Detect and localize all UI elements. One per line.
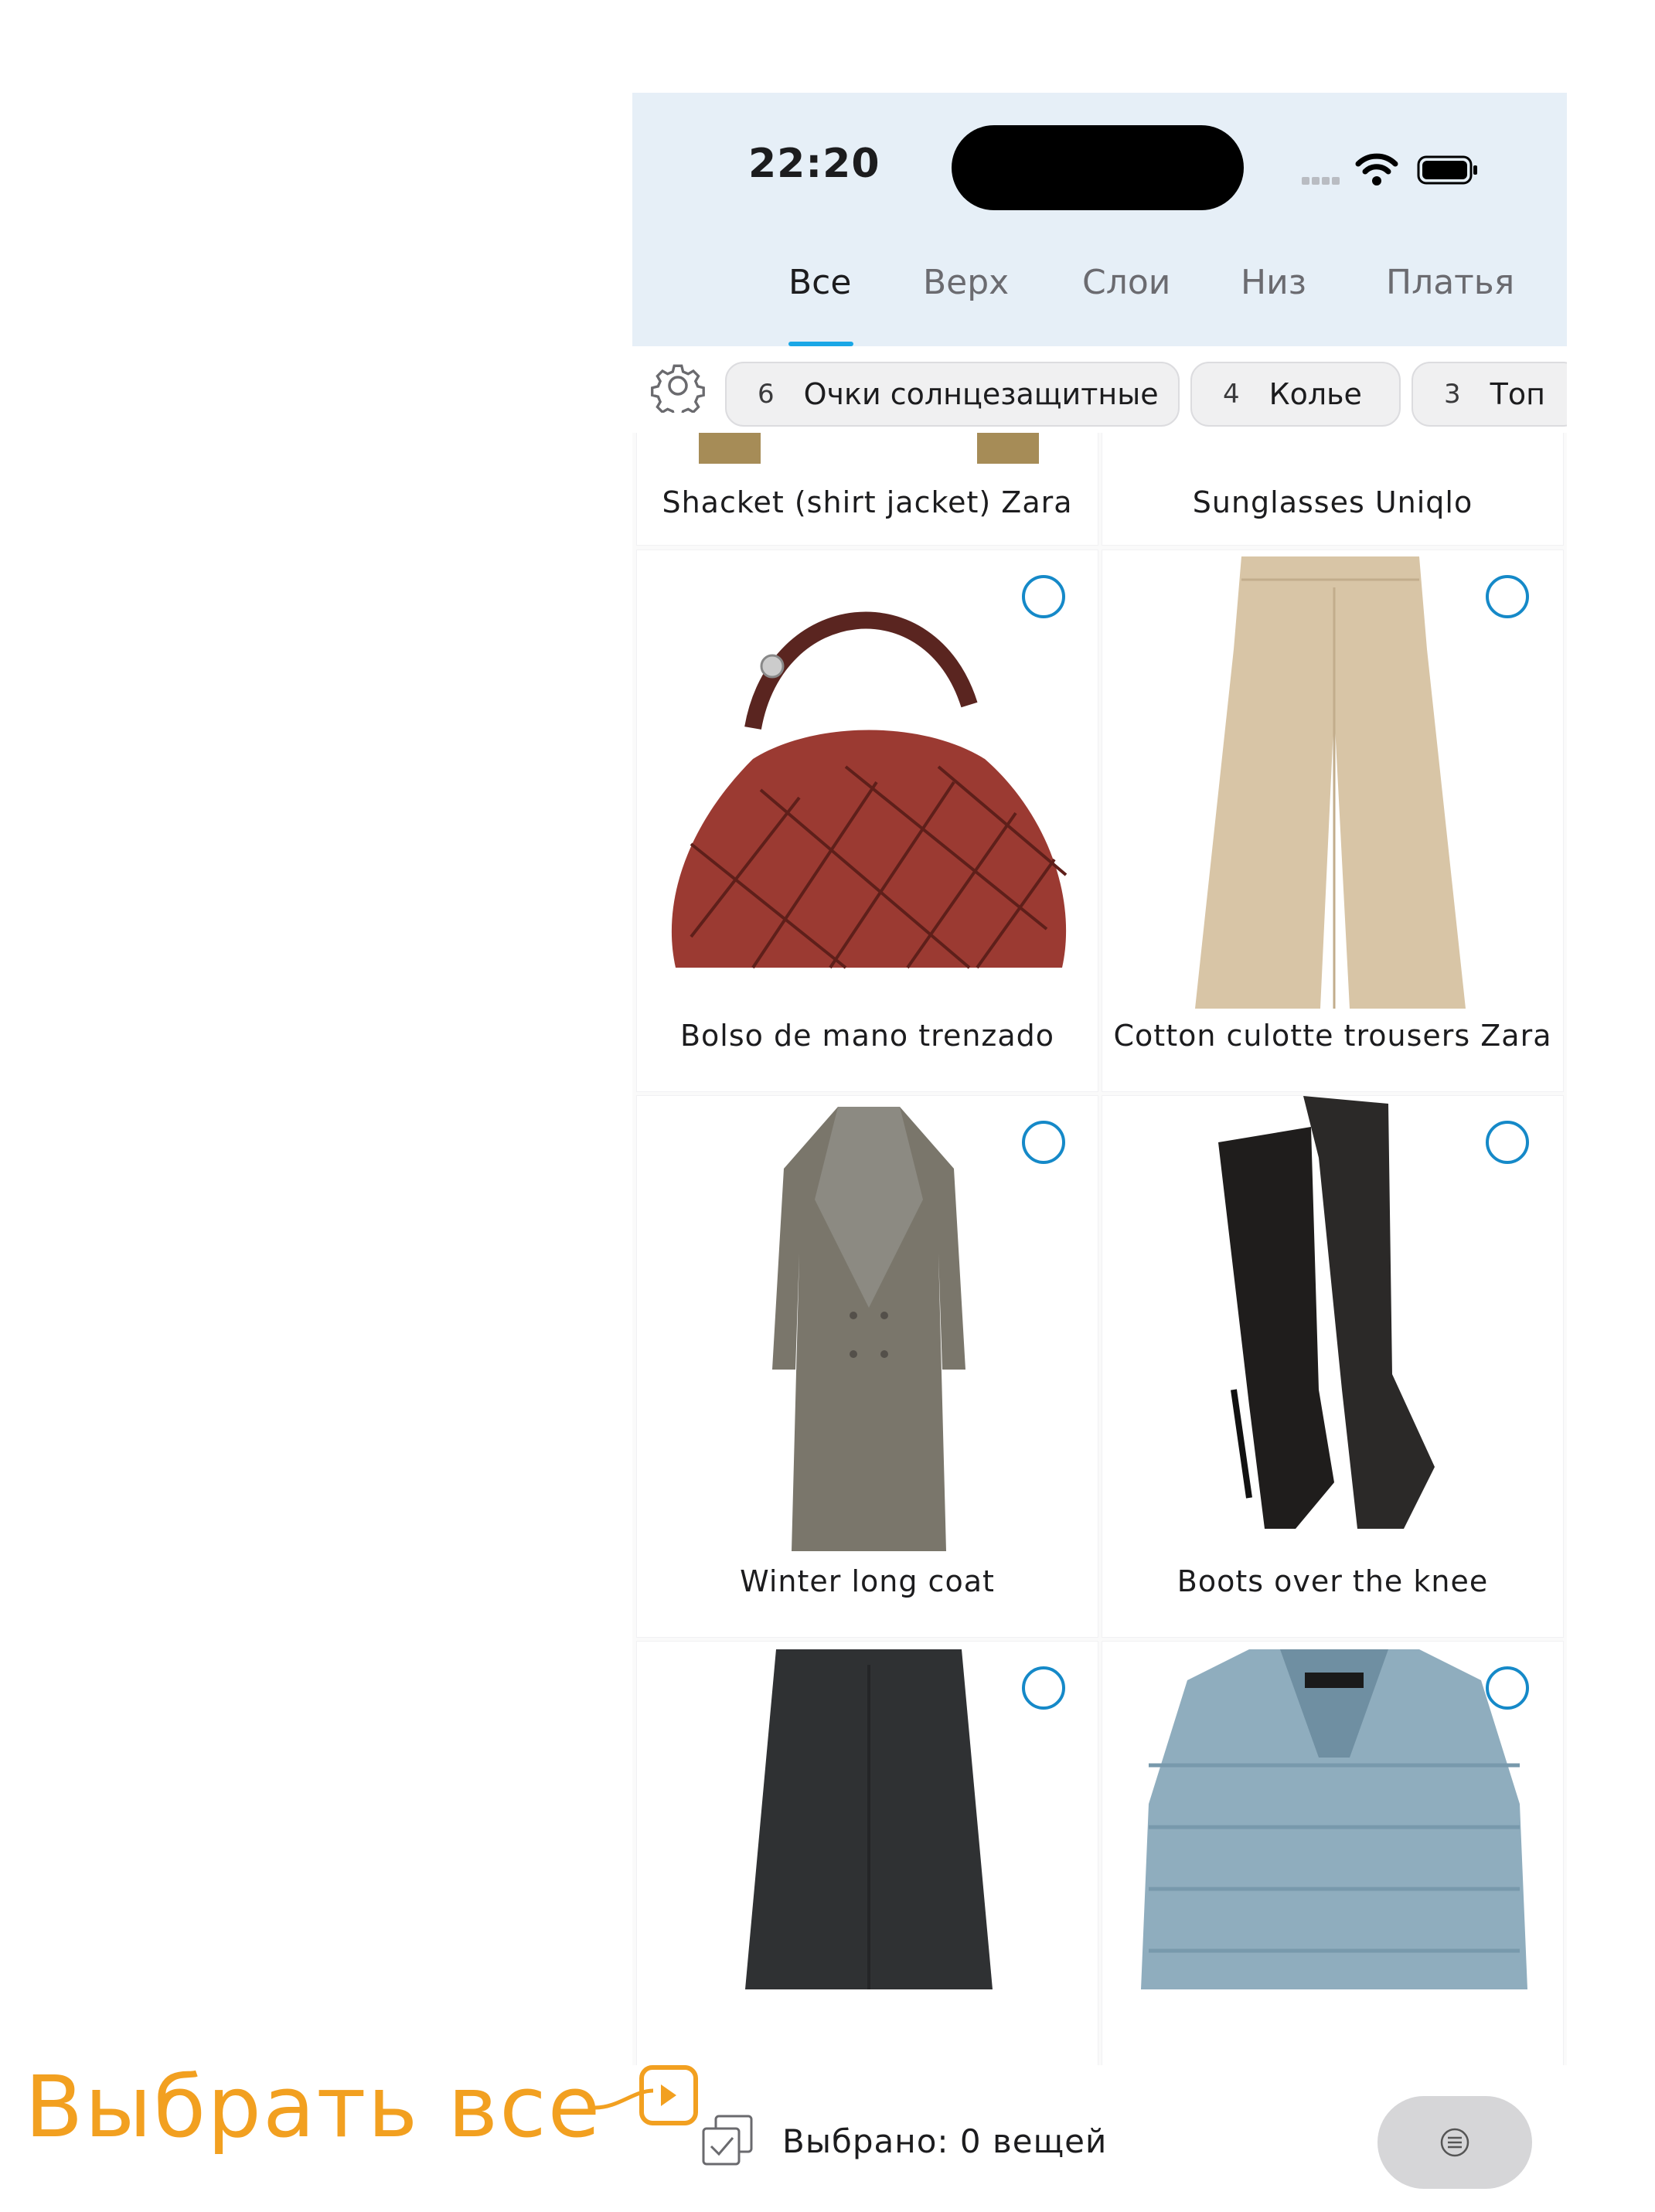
item-card[interactable]: Cotton culotte trousers Zara — [1102, 550, 1563, 1091]
bottom-action-bar: Выбрано: 0 вещей — [632, 2065, 1567, 2212]
long-coat-image — [772, 1107, 965, 1551]
items-grid: Shacket (shirt jacket) Zara Sunglasses U… — [632, 433, 1567, 2065]
puffer-jacket-image — [1141, 1649, 1527, 1989]
woven-bag-image — [671, 611, 1068, 969]
item-title: Shacket (shirt jacket) Zara — [662, 485, 1073, 519]
wifi-icon — [1355, 153, 1398, 185]
item-title: Bolso de mano trenzado — [679, 1019, 1055, 1053]
item-card[interactable] — [1102, 1642, 1563, 2065]
item-card[interactable]: Sunglasses Uniqlo — [1102, 433, 1563, 545]
select-all-icon[interactable] — [700, 2113, 754, 2167]
filter-chip[interactable]: 6 Очки солнцезащитные — [725, 362, 1180, 427]
knee-boots-image — [1218, 1096, 1435, 1529]
item-card[interactable] — [637, 1642, 1098, 2065]
active-tab-indicator — [788, 342, 853, 346]
chip-count: 3 — [1444, 379, 1461, 410]
dynamic-island — [952, 125, 1244, 210]
select-radio[interactable] — [1022, 1666, 1065, 1710]
item-title: Boots over the knee — [1177, 1564, 1489, 1598]
item-card[interactable]: Winter long coat — [637, 1096, 1098, 1637]
select-radio[interactable] — [1486, 1666, 1529, 1710]
tab-all[interactable]: Все — [788, 263, 851, 302]
select-radio[interactable] — [1486, 575, 1529, 618]
gear-icon[interactable] — [651, 359, 705, 413]
tab-dresses[interactable]: Платья — [1386, 263, 1514, 302]
item-title: Winter long coat — [740, 1564, 995, 1598]
battery-icon — [1417, 155, 1477, 185]
cellular-signal-icon — [1302, 173, 1342, 188]
filter-chip[interactable]: 4 Колье — [1190, 362, 1401, 427]
annotation-label: Выбрать все — [25, 2057, 602, 2156]
chip-label: Очки солнцезащитные — [803, 377, 1159, 411]
culotte-trousers-image — [1195, 556, 1466, 1009]
item-card[interactable]: Shacket (shirt jacket) Zara — [637, 433, 1098, 545]
phone-screen: 22:20 Все Верх Слои Низ Платья 6 Очки со… — [632, 93, 1567, 2212]
chip-label: Топ — [1490, 377, 1545, 411]
annotation-arrow-icon — [595, 2065, 698, 2125]
shacket-image-2 — [977, 433, 1039, 464]
item-title: Sunglasses Uniqlo — [1192, 485, 1473, 519]
status-bar: 22:20 Все Верх Слои Низ Платья — [632, 93, 1567, 346]
select-radio[interactable] — [1486, 1121, 1529, 1164]
shacket-image — [699, 433, 761, 464]
chip-count: 4 — [1223, 379, 1240, 410]
select-radio[interactable] — [1022, 1121, 1065, 1164]
chip-count: 6 — [758, 379, 775, 410]
menu-button[interactable] — [1377, 2096, 1532, 2189]
dark-skirt-image — [745, 1649, 993, 1989]
chip-label: Колье — [1268, 377, 1362, 411]
item-card[interactable]: Boots over the knee — [1102, 1096, 1563, 1637]
item-title: Cotton culotte trousers Zara — [1113, 1019, 1552, 1053]
list-menu-icon — [1440, 2128, 1469, 2157]
item-card[interactable]: Bolso de mano trenzado — [637, 550, 1098, 1091]
select-radio[interactable] — [1022, 575, 1065, 618]
status-time: 22:20 — [748, 141, 880, 187]
tab-layers[interactable]: Слои — [1082, 263, 1170, 302]
tab-top[interactable]: Верх — [923, 263, 1009, 302]
filter-chip[interactable]: 3 Топ — [1412, 362, 1567, 427]
tab-bottom[interactable]: Низ — [1241, 263, 1306, 302]
category-tabs: Все Верх Слои Низ Платья — [632, 263, 1567, 346]
selected-count-text: Выбрано: 0 вещей — [782, 2122, 1108, 2160]
